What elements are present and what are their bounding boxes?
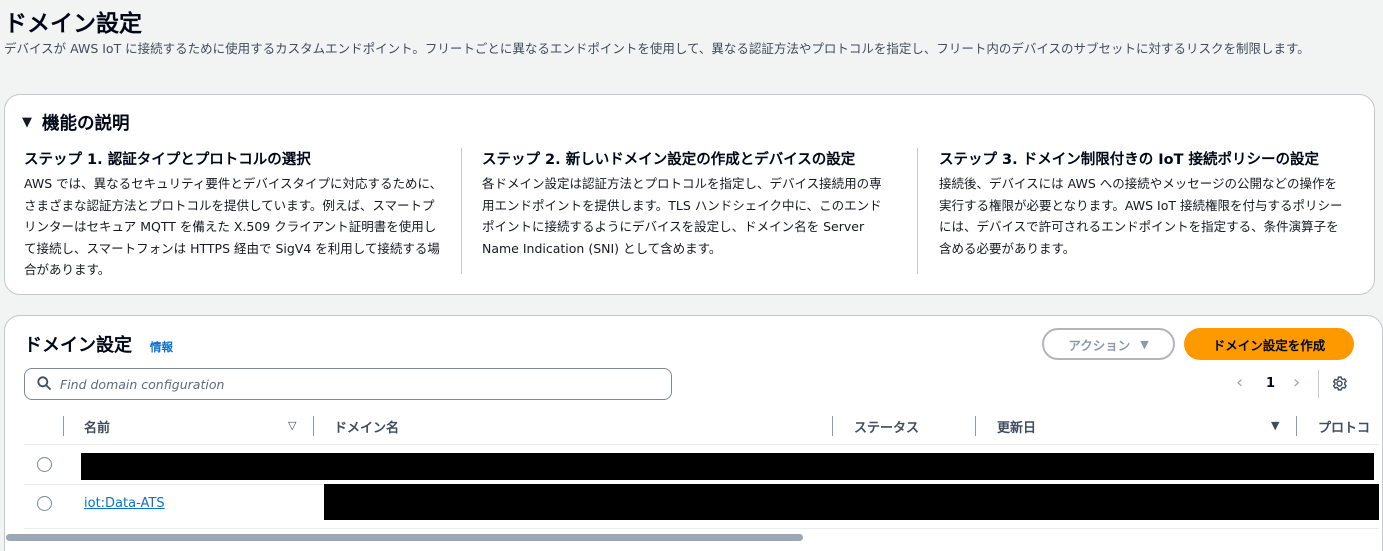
column-header-updated[interactable]: 更新日 bbox=[997, 417, 1036, 436]
redacted-content bbox=[81, 453, 1374, 480]
search-box bbox=[24, 368, 672, 400]
column-separator[interactable] bbox=[313, 416, 314, 436]
next-page-icon[interactable]: › bbox=[1293, 372, 1300, 393]
page-description: デバイスが AWS IoT に接続するために使用するカスタムエンドポイント。フリ… bbox=[4, 41, 1310, 56]
page-number[interactable]: 1 bbox=[1266, 376, 1275, 391]
sort-icon[interactable]: ▽ bbox=[288, 419, 296, 432]
create-domain-config-button[interactable]: ドメイン設定を作成 bbox=[1184, 328, 1354, 360]
column-header-protocol[interactable]: プロトコ bbox=[1318, 417, 1383, 436]
pager-divider bbox=[1318, 370, 1319, 398]
info-link[interactable]: 情報 bbox=[150, 339, 173, 355]
step-title: ステップ 3. ドメイン制限付きの IoT 接続ポリシーの設定 bbox=[939, 152, 1320, 168]
column-separator[interactable] bbox=[832, 416, 833, 436]
how-it-works-toggle[interactable]: ▼ 機能の説明 bbox=[22, 110, 130, 135]
row-divider bbox=[24, 528, 1379, 529]
prev-page-icon[interactable]: ‹ bbox=[1236, 372, 1243, 393]
step-body: AWS では、異なるセキュリティ要件とデバイスタイプに対応するために、さまざまな… bbox=[24, 176, 443, 277]
column-separator[interactable] bbox=[975, 416, 976, 436]
row-select-radio[interactable] bbox=[37, 496, 52, 511]
scrollbar-thumb[interactable] bbox=[6, 534, 803, 541]
column-divider bbox=[917, 148, 918, 274]
step-body: 各ドメイン設定は認証方法とプロトコルを指定し、デバイス接続用の専用エンドポイント… bbox=[482, 176, 882, 256]
step-3: ステップ 3. ドメイン制限付きの IoT 接続ポリシーの設定 接続後、デバイス… bbox=[939, 150, 1349, 259]
caret-down-icon: ▼ bbox=[22, 115, 32, 130]
page-title: ドメイン設定 bbox=[4, 11, 142, 37]
how-it-works-title: 機能の説明 bbox=[42, 114, 130, 134]
step-body: 接続後、デバイスには AWS への接続やメッセージの公開などの操作を実行する権限… bbox=[939, 176, 1343, 256]
redacted-content bbox=[324, 484, 1379, 520]
sort-descending-icon[interactable]: ▼ bbox=[1271, 419, 1279, 432]
search-icon bbox=[37, 375, 51, 394]
header-divider bbox=[24, 444, 1379, 445]
column-divider bbox=[461, 148, 462, 274]
caret-down-icon: ▼ bbox=[1140, 337, 1149, 351]
column-header-name[interactable]: 名前 bbox=[84, 417, 110, 436]
step-1: ステップ 1. 認証タイプとプロトコルの選択 AWS では、異なるセキュリティ要… bbox=[24, 150, 444, 281]
search-input[interactable] bbox=[60, 376, 640, 392]
step-title: ステップ 1. 認証タイプとプロトコルの選択 bbox=[24, 152, 311, 168]
column-header-status[interactable]: ステータス bbox=[854, 417, 919, 436]
step-2: ステップ 2. 新しいドメイン設定の作成とデバイスの設定 各ドメイン設定は認証方… bbox=[482, 150, 892, 259]
table-title: ドメイン設定 bbox=[24, 335, 132, 356]
column-separator[interactable] bbox=[63, 416, 64, 436]
actions-label: アクション bbox=[1068, 337, 1131, 353]
column-separator[interactable] bbox=[1296, 416, 1297, 436]
domain-config-name-link[interactable]: iot:Data-ATS bbox=[84, 496, 165, 511]
gear-icon[interactable] bbox=[1331, 375, 1348, 396]
actions-dropdown-button[interactable]: アクション ▼ bbox=[1042, 328, 1175, 360]
column-header-domain-name[interactable]: ドメイン名 bbox=[334, 417, 399, 436]
row-select-radio[interactable] bbox=[37, 457, 52, 472]
step-title: ステップ 2. 新しいドメイン設定の作成とデバイスの設定 bbox=[482, 152, 856, 168]
